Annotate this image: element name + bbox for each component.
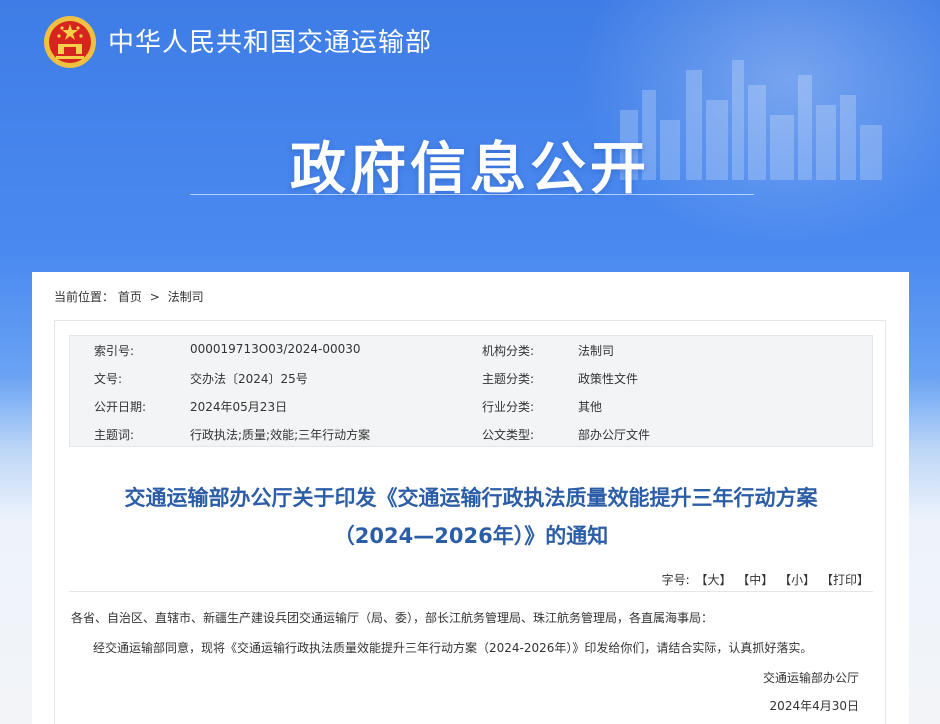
print-button[interactable]: 【打印】 bbox=[821, 573, 869, 587]
industry-category-value: 其他 bbox=[578, 400, 603, 414]
document-title-line-1: 交通运输部办公厅关于印发《交通运输行政执法质量效能提升三年行动方案 bbox=[124, 486, 818, 510]
document-type-value: 部办公厅文件 bbox=[578, 428, 651, 442]
metadata-row: 主题词: 行政执法;质量;效能;三年行动方案 公文类型: 部办公厅文件 bbox=[70, 420, 874, 448]
font-size-toolbar: 字号: 【大】 【中】 【小】 【打印】 bbox=[660, 571, 869, 588]
topic-category-label: 主题分类: bbox=[482, 372, 535, 386]
content-panel: 当前位置： 首页 > 法制司 索引号: 000019713O03/2024-00… bbox=[32, 272, 909, 724]
font-large-button[interactable]: 【大】 bbox=[695, 573, 731, 587]
keywords-label: 主题词: bbox=[94, 428, 135, 442]
breadcrumb-current-link[interactable]: 法制司 bbox=[168, 290, 204, 304]
banner-title: 政府信息公开 bbox=[290, 137, 650, 202]
document-type-label: 公文类型: bbox=[482, 428, 535, 442]
header-banner: 中华人民共和国交通运输部 政府信息公开 bbox=[0, 0, 940, 272]
body-paragraph: 经交通运输部同意，现将《交通运输行政执法质量效能提升三年行动方案（2024-20… bbox=[93, 641, 813, 655]
banner-divider bbox=[190, 194, 754, 195]
document-number-value: 交办法〔2024〕25号 bbox=[190, 372, 308, 386]
topic-category-value: 政策性文件 bbox=[578, 372, 639, 386]
agency-category-value: 法制司 bbox=[578, 344, 615, 358]
recipients-text: 各省、自治区、直辖市、新疆生产建设兵团交通运输厅（局、委），部长江航务管理局、珠… bbox=[71, 611, 714, 625]
metadata-row: 文号: 交办法〔2024〕25号 主题分类: 政策性文件 bbox=[70, 364, 874, 392]
breadcrumb-label: 当前位置： bbox=[54, 290, 115, 304]
breadcrumb-separator: > bbox=[149, 290, 160, 304]
metadata-table: 索引号: 000019713O03/2024-00030 机构分类: 法制司 文… bbox=[69, 335, 873, 447]
document-title: 交通运输部办公厅关于印发《交通运输行政执法质量效能提升三年行动方案 （2024—… bbox=[69, 479, 873, 555]
index-number-value: 000019713O03/2024-00030 bbox=[190, 342, 361, 356]
content-divider bbox=[69, 591, 873, 592]
font-medium-button[interactable]: 【中】 bbox=[737, 573, 773, 587]
document-title-line-2: （2024—2026年）》的通知 bbox=[333, 524, 609, 548]
index-number-label: 索引号: bbox=[94, 344, 135, 358]
metadata-row: 索引号: 000019713O03/2024-00030 机构分类: 法制司 bbox=[70, 336, 874, 364]
metadata-row: 公开日期: 2024年05月23日 行业分类: 其他 bbox=[70, 392, 874, 420]
site-title[interactable]: 中华人民共和国交通运输部 bbox=[108, 22, 432, 59]
publish-date-label: 公开日期: bbox=[94, 400, 147, 414]
signature-date: 2024年4月30日 bbox=[769, 699, 859, 713]
breadcrumb: 当前位置： 首页 > 法制司 bbox=[54, 288, 204, 305]
document-number-label: 文号: bbox=[94, 372, 123, 386]
national-emblem-icon bbox=[44, 16, 96, 68]
font-size-label: 字号: bbox=[661, 573, 690, 587]
industry-category-label: 行业分类: bbox=[482, 400, 535, 414]
breadcrumb-home-link[interactable]: 首页 bbox=[118, 290, 142, 304]
font-small-button[interactable]: 【小】 bbox=[779, 573, 815, 587]
document-card: 索引号: 000019713O03/2024-00030 机构分类: 法制司 文… bbox=[54, 320, 886, 724]
publish-date-value: 2024年05月23日 bbox=[190, 400, 288, 414]
signature-text: 交通运输部办公厅 bbox=[762, 671, 859, 685]
keywords-value: 行政执法;质量;效能;三年行动方案 bbox=[190, 428, 371, 442]
agency-category-label: 机构分类: bbox=[482, 344, 535, 358]
